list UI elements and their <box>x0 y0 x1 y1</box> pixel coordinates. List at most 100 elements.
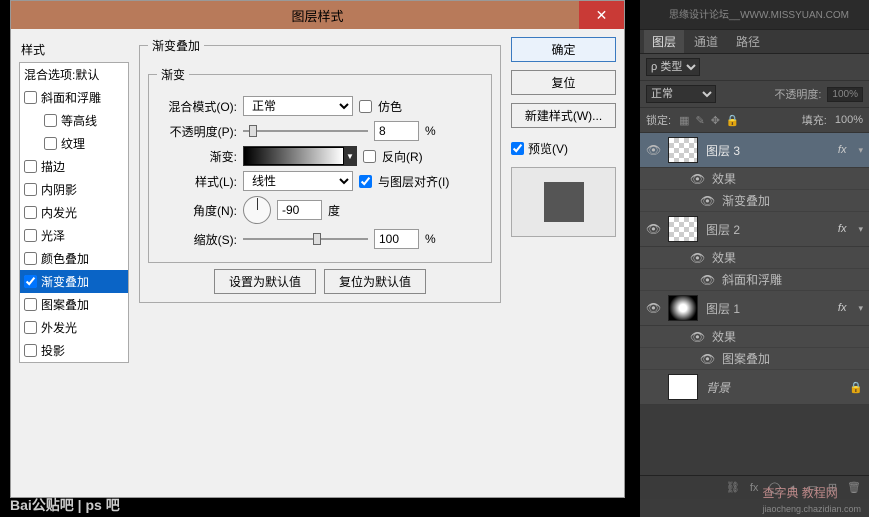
panel-tabs: 图层 通道 路径 <box>640 30 869 54</box>
opacity-slider[interactable] <box>243 124 368 138</box>
checkbox-stroke[interactable] <box>24 160 37 173</box>
filter-kind-select[interactable]: ρ 类型 <box>646 58 700 76</box>
opacity-input[interactable] <box>374 121 419 141</box>
close-button[interactable]: ✕ <box>579 1 624 29</box>
panel-header: 思缘设计论坛__WWW.MISSYUAN.COM <box>640 0 869 30</box>
visibility-icon[interactable]: 👁 <box>700 194 714 208</box>
lock-all-icon[interactable]: 🔒 <box>726 114 740 127</box>
angle-unit: 度 <box>328 202 340 219</box>
style-item-satin[interactable]: 光泽 <box>20 224 128 247</box>
checkbox-patternoverlay[interactable] <box>24 298 37 311</box>
checkbox-innerglow[interactable] <box>24 206 37 219</box>
new-style-button[interactable]: 新建样式(W)... <box>511 103 616 128</box>
make-default-button[interactable]: 设置为默认值 <box>214 269 316 294</box>
visibility-icon[interactable]: 👁 <box>646 222 660 236</box>
settings-pane: 渐变叠加 渐变 混合模式(O): 正常 仿色 不透明度(P): % <box>129 37 511 489</box>
styles-sidebar: 样式 混合选项:默认 斜面和浮雕 等高线 纹理 描边 内阴影 内发光 光泽 颜色… <box>19 37 129 489</box>
style-item-patternoverlay[interactable]: 图案叠加 <box>20 293 128 316</box>
layers-panel: 思缘设计论坛__WWW.MISSYUAN.COM 图层 通道 路径 ρ 类型 正… <box>640 0 869 517</box>
layer-blend-select[interactable]: 正常 <box>646 85 716 103</box>
visibility-icon[interactable]: 👁 <box>700 273 714 287</box>
layer-name: 图层 1 <box>706 300 830 317</box>
style-item-outerglow[interactable]: 外发光 <box>20 316 128 339</box>
fx-badge[interactable]: fx <box>838 144 851 156</box>
angle-input[interactable] <box>277 200 322 220</box>
chevron-down-icon[interactable]: ▾ <box>858 303 863 314</box>
blend-mode-label: 混合模式(O): <box>157 98 237 115</box>
style-item-coloroverlay[interactable]: 颜色叠加 <box>20 247 128 270</box>
gradient-picker[interactable]: ▼ <box>243 146 357 166</box>
layer-row-1[interactable]: 👁 图层 1 fx ▾ <box>640 291 869 326</box>
align-checkbox[interactable] <box>359 175 372 188</box>
sidebar-title: 样式 <box>19 37 129 62</box>
slider-thumb-icon <box>313 233 321 245</box>
pct-label: % <box>425 124 436 138</box>
ok-button[interactable]: 确定 <box>511 37 616 62</box>
fx-badge[interactable]: fx <box>838 223 851 235</box>
layer-row-background[interactable]: 👁 背景 🔒 <box>640 370 869 405</box>
visibility-icon[interactable]: 👁 <box>690 251 704 265</box>
checkbox-gradientoverlay[interactable] <box>24 275 37 288</box>
watermark-top: 思缘设计论坛__WWW.MISSYUAN.COM <box>669 6 849 21</box>
style-item-stroke[interactable]: 描边 <box>20 155 128 178</box>
style-item-innershadow[interactable]: 内阴影 <box>20 178 128 201</box>
gradient-inner-group: 渐变 混合模式(O): 正常 仿色 不透明度(P): % 渐变 <box>148 66 492 263</box>
tab-paths[interactable]: 路径 <box>728 30 768 53</box>
checkbox-dropshadow[interactable] <box>24 344 37 357</box>
lock-icon: 🔒 <box>849 381 863 394</box>
checkbox-outerglow[interactable] <box>24 321 37 334</box>
layer-list: 👁 图层 3 fx ▾ 👁效果 👁渐变叠加 👁 图层 2 fx ▾ 👁效果 👁斜… <box>640 133 869 405</box>
checkbox-texture[interactable] <box>44 137 57 150</box>
chevron-down-icon[interactable]: ▾ <box>858 224 863 235</box>
fx-badge[interactable]: fx <box>838 302 851 314</box>
visibility-icon[interactable]: 👁 <box>646 301 660 315</box>
tab-channels[interactable]: 通道 <box>686 30 726 53</box>
visibility-icon[interactable]: 👁 <box>690 330 704 344</box>
layer-row-2[interactable]: 👁 图层 2 fx ▾ <box>640 212 869 247</box>
style-select[interactable]: 线性 <box>243 171 353 191</box>
fx-icon[interactable]: fx <box>750 482 759 494</box>
preview-checkbox[interactable] <box>511 142 524 155</box>
checkbox-innershadow[interactable] <box>24 183 37 196</box>
layer-row-3[interactable]: 👁 图层 3 fx ▾ <box>640 133 869 168</box>
visibility-icon[interactable]: 👁 <box>646 143 660 157</box>
fill-value[interactable]: 100% <box>835 114 863 126</box>
cancel-button[interactable]: 复位 <box>511 70 616 95</box>
blend-mode-select[interactable]: 正常 <box>243 96 353 116</box>
style-item-contour[interactable]: 等高线 <box>20 109 128 132</box>
reset-default-button[interactable]: 复位为默认值 <box>324 269 426 294</box>
visibility-icon[interactable]: 👁 <box>690 172 704 186</box>
checkbox-bevel[interactable] <box>24 91 37 104</box>
angle-dial[interactable] <box>243 196 271 224</box>
lock-brush-icon[interactable]: ✎ <box>695 114 704 127</box>
layer-thumb-icon <box>668 374 698 400</box>
checkbox-satin[interactable] <box>24 229 37 242</box>
style-item-texture[interactable]: 纹理 <box>20 132 128 155</box>
dither-checkbox[interactable] <box>359 100 372 113</box>
style-item-gradientoverlay[interactable]: 渐变叠加 <box>20 270 128 293</box>
lock-move-icon[interactable]: ✥ <box>711 114 720 127</box>
reverse-checkbox[interactable] <box>363 150 376 163</box>
reverse-label: 反向(R) <box>382 148 423 165</box>
layer-opacity-value[interactable]: 100% <box>827 87 863 102</box>
chevron-down-icon[interactable]: ▾ <box>858 145 863 156</box>
tab-layers[interactable]: 图层 <box>644 30 684 53</box>
style-item-blendopts[interactable]: 混合选项:默认 <box>20 63 128 86</box>
dialog-titlebar[interactable]: 图层样式 ✕ <box>11 1 624 29</box>
scale-input[interactable] <box>374 229 419 249</box>
scale-slider[interactable] <box>243 232 368 246</box>
style-item-innerglow[interactable]: 内发光 <box>20 201 128 224</box>
styles-list: 混合选项:默认 斜面和浮雕 等高线 纹理 描边 内阴影 内发光 光泽 颜色叠加 … <box>19 62 129 363</box>
angle-label: 角度(N): <box>157 202 237 219</box>
lock-label: 锁定: <box>646 112 671 128</box>
link-layers-icon[interactable]: ⛓ <box>726 481 740 494</box>
pct-label: % <box>425 232 436 246</box>
lock-pixels-icon[interactable]: ▦ <box>679 114 689 127</box>
visibility-icon[interactable]: 👁 <box>700 352 714 366</box>
preview-thumb-icon <box>544 182 584 222</box>
group-legend: 渐变叠加 <box>148 37 204 54</box>
style-item-dropshadow[interactable]: 投影 <box>20 339 128 362</box>
style-item-bevel[interactable]: 斜面和浮雕 <box>20 86 128 109</box>
checkbox-contour[interactable] <box>44 114 57 127</box>
checkbox-coloroverlay[interactable] <box>24 252 37 265</box>
